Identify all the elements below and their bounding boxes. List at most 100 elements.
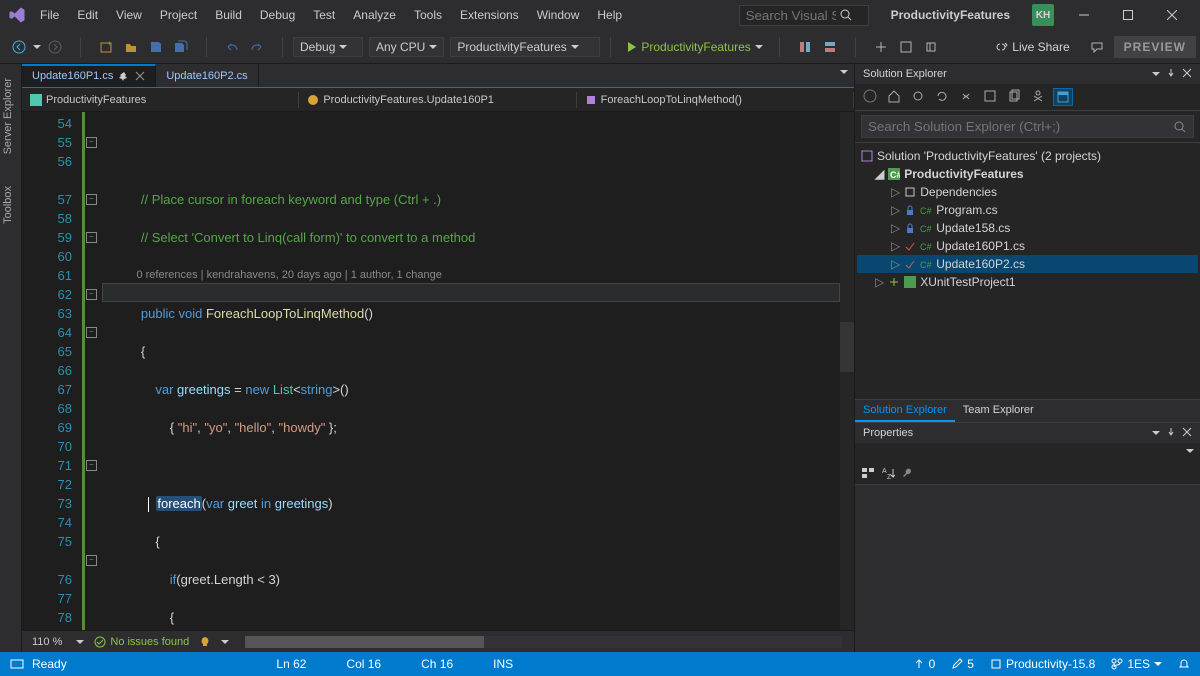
fold-button[interactable]: − [86, 555, 97, 566]
menu-view[interactable]: View [108, 4, 150, 26]
menu-help[interactable]: Help [589, 4, 630, 26]
nav-back-button[interactable] [8, 37, 30, 57]
redo-button[interactable] [246, 37, 268, 57]
status-notifications[interactable] [1178, 658, 1190, 670]
tree-project-xunit[interactable]: ▷XUnitTestProject1 [857, 273, 1198, 291]
show-all-icon[interactable] [981, 88, 999, 106]
horizontal-scrollbar[interactable] [245, 636, 842, 648]
close-icon[interactable] [1182, 68, 1192, 78]
startup-dropdown[interactable]: ProductivityFeatures [450, 37, 600, 57]
dropdown-icon[interactable] [1152, 431, 1160, 439]
close-button[interactable] [1152, 1, 1192, 29]
solution-search-input[interactable] [861, 115, 1194, 138]
menu-window[interactable]: Window [529, 4, 588, 26]
pin-icon[interactable] [119, 71, 129, 81]
preview-button[interactable]: PREVIEW [1114, 36, 1196, 58]
file-tab-update160p2[interactable]: Update160P2.cs [156, 64, 258, 87]
save-button[interactable] [145, 37, 167, 57]
nav-forward-button[interactable] [44, 37, 66, 57]
menu-tools[interactable]: Tools [406, 4, 450, 26]
tool-icon-2[interactable] [819, 37, 841, 57]
properties-icon[interactable] [1029, 88, 1047, 106]
menu-project[interactable]: Project [152, 4, 205, 26]
tree-file-update160p2[interactable]: ▷C#Update160P2.cs [857, 255, 1198, 273]
nav-dropdown-icon[interactable] [33, 45, 41, 53]
pin-icon[interactable] [1166, 427, 1176, 437]
preview-tab-icon[interactable] [1053, 88, 1073, 106]
wrench-icon[interactable] [901, 466, 915, 480]
fold-button[interactable]: − [86, 137, 97, 148]
solution-tree[interactable]: Solution 'ProductivityFeatures' (2 proje… [855, 143, 1200, 399]
config-dropdown[interactable]: Debug [293, 37, 363, 57]
run-button[interactable]: ProductivityFeatures [621, 38, 768, 56]
close-icon[interactable] [135, 71, 145, 81]
menu-extensions[interactable]: Extensions [452, 4, 527, 26]
status-publish[interactable]: 0 [913, 657, 936, 671]
refresh-icon[interactable] [933, 88, 951, 106]
fold-button[interactable]: − [86, 327, 97, 338]
nav-scope-method[interactable]: ForeachLoopToLinqMethod() [577, 92, 854, 108]
menu-file[interactable]: File [32, 4, 67, 26]
tab-team-explorer[interactable]: Team Explorer [955, 400, 1042, 422]
code-body[interactable]: // Place cursor in foreach keyword and t… [102, 112, 840, 630]
categorized-icon[interactable] [861, 466, 875, 480]
tab-solution-explorer[interactable]: Solution Explorer [855, 400, 955, 422]
open-button[interactable] [120, 37, 142, 57]
menu-build[interactable]: Build [207, 4, 250, 26]
scrollbar-thumb[interactable] [245, 636, 484, 648]
code-editor[interactable]: 5455565758596061626364656667686970717273… [22, 112, 854, 630]
nav-scope-project[interactable]: ProductivityFeatures [22, 92, 299, 108]
nav-scope-class[interactable]: ProductivityFeatures.Update160P1 [299, 92, 576, 108]
menu-test[interactable]: Test [305, 4, 343, 26]
tree-file-program[interactable]: ▷C#Program.cs [857, 201, 1198, 219]
status-char[interactable]: Ch 16 [421, 657, 453, 671]
minimize-button[interactable] [1064, 1, 1104, 29]
fold-button[interactable]: − [86, 460, 97, 471]
tool-icon-5[interactable] [920, 37, 942, 57]
tool-icon-3[interactable] [870, 37, 892, 57]
fold-button[interactable]: − [86, 232, 97, 243]
collapse-icon[interactable] [957, 88, 975, 106]
lightbulb-icon[interactable] [199, 636, 211, 648]
menu-analyze[interactable]: Analyze [345, 4, 404, 26]
status-ins[interactable]: INS [493, 657, 513, 671]
status-changes[interactable]: 5 [951, 657, 974, 671]
zoom-level[interactable]: 110 % [28, 636, 66, 648]
tool-icon-1[interactable] [794, 37, 816, 57]
tree-project[interactable]: ◢C#ProductivityFeatures [857, 165, 1198, 183]
status-line[interactable]: Ln 62 [276, 657, 306, 671]
server-explorer-tab[interactable]: Server Explorer [0, 72, 21, 160]
home-icon[interactable] [885, 88, 903, 106]
liveshare-button[interactable]: Live Share [994, 40, 1069, 54]
scrollbar-thumb[interactable] [840, 322, 854, 372]
dropdown-icon[interactable] [1152, 72, 1160, 80]
save-all-button[interactable] [170, 37, 192, 57]
scrollbar-minimap[interactable] [840, 112, 854, 630]
menu-edit[interactable]: Edit [69, 4, 106, 26]
menu-debug[interactable]: Debug [252, 4, 303, 26]
undo-button[interactable] [221, 37, 243, 57]
new-project-button[interactable]: + [95, 37, 117, 57]
maximize-button[interactable] [1108, 1, 1148, 29]
feedback-button[interactable] [1086, 37, 1108, 57]
pin-icon[interactable] [1166, 68, 1176, 78]
titlebar-search-input[interactable] [746, 8, 836, 23]
tree-file-update160p1[interactable]: ▷C#Update160P1.cs [857, 237, 1198, 255]
status-branch[interactable]: 1ES [1111, 657, 1162, 671]
sync-icon[interactable] [909, 88, 927, 106]
fold-button[interactable]: − [86, 194, 97, 205]
alphabetical-icon[interactable]: AZ [881, 466, 895, 480]
back-icon[interactable] [861, 88, 879, 106]
copy-icon[interactable] [1005, 88, 1023, 106]
fold-button[interactable]: − [86, 289, 97, 300]
toolbox-tab[interactable]: Toolbox [0, 180, 21, 230]
user-avatar[interactable]: KH [1032, 4, 1054, 26]
tab-overflow-button[interactable] [834, 64, 854, 87]
status-col[interactable]: Col 16 [346, 657, 381, 671]
platform-dropdown[interactable]: Any CPU [369, 37, 444, 57]
close-icon[interactable] [1182, 427, 1192, 437]
tree-dependencies[interactable]: ▷Dependencies [857, 183, 1198, 201]
status-repo[interactable]: Productivity-15.8 [990, 657, 1095, 671]
tool-icon-4[interactable] [895, 37, 917, 57]
solution-search[interactable] [855, 111, 1200, 143]
